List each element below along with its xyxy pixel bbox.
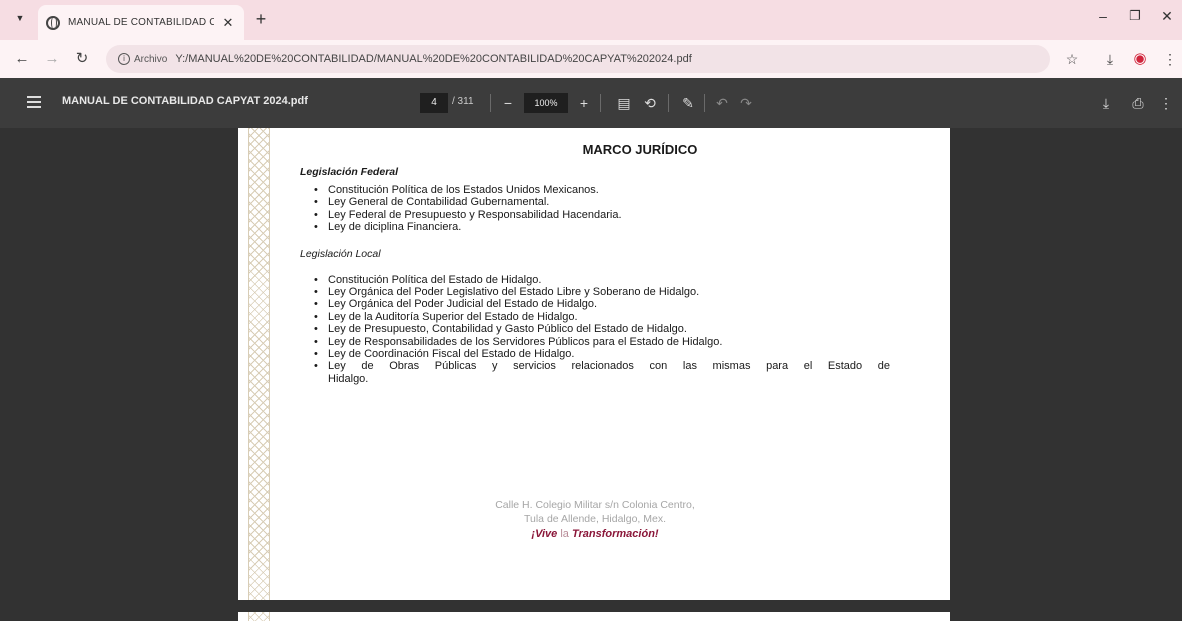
close-window-icon[interactable]: ✕ <box>1152 8 1182 25</box>
print-icon[interactable]: ⎙ <box>1128 93 1148 113</box>
page-number-input[interactable]: 4 <box>420 93 448 113</box>
site-info-label: Archivo <box>134 53 168 65</box>
list-item: Ley de Obras Públicas y servicios relaci… <box>314 360 890 385</box>
more-actions-icon[interactable]: ⋮ <box>1156 93 1176 113</box>
forward-icon[interactable]: → <box>42 49 62 69</box>
decorative-border-pattern <box>248 612 270 621</box>
list-item: Ley de Responsabilidades de los Servidor… <box>314 336 890 349</box>
download-icon[interactable]: ⤓ <box>1100 49 1120 69</box>
tab-title: MANUAL DE CONTABILIDAD C <box>68 17 214 28</box>
pdf-viewer-area[interactable]: MARCO JURÍDICO Legislación Federal Const… <box>0 128 1182 621</box>
slogan-transformacion: Transformación! <box>571 528 659 540</box>
pdf-page: MARCO JURÍDICO Legislación Federal Const… <box>238 128 950 600</box>
list-item: Ley de diciplina Financiera. <box>314 221 890 234</box>
tab-search-dropdown-icon[interactable]: ▼ <box>8 6 32 30</box>
pdf-file-name: MANUAL DE CONTABILIDAD CAPYAT 2024.pdf <box>62 95 308 107</box>
list-item: Constitución Política del Estado de Hida… <box>314 274 890 287</box>
profile-avatar-icon[interactable]: ◉ <box>1130 49 1150 69</box>
local-heading: Legislación Local <box>300 247 381 260</box>
next-pdf-page <box>238 612 950 621</box>
back-icon[interactable]: ← <box>12 49 32 69</box>
footer-address-line: Calle H. Colegio Militar s/n Colonia Cen… <box>495 499 695 511</box>
slogan-vive: ¡Vive <box>531 528 558 540</box>
federal-list: Constitución Política de los Estados Uni… <box>314 184 890 234</box>
restore-icon[interactable]: ❐ <box>1120 8 1150 24</box>
info-icon: i <box>118 53 130 65</box>
list-item: Ley de la Auditoría Superior del Estado … <box>314 311 890 324</box>
undo-icon[interactable]: ↶ <box>712 93 732 113</box>
tab-active[interactable]: MANUAL DE CONTABILIDAD C ✕ <box>38 5 244 40</box>
decorative-border-pattern <box>248 128 270 600</box>
list-item: Ley Orgánica del Poder Legislativo del E… <box>314 286 890 299</box>
toolbar-divider <box>490 94 491 112</box>
page-title: MARCO JURÍDICO <box>582 142 698 157</box>
page-content: MARCO JURÍDICO Legislación Federal Const… <box>300 142 890 540</box>
address-bar-row: ← → ↻ i Archivo Y:/MANUAL%20DE%20CONTABI… <box>0 40 1182 78</box>
list-item: Ley de Coordinación Fiscal del Estado de… <box>314 348 890 361</box>
bookmark-star-icon[interactable]: ☆ <box>1062 49 1082 69</box>
redo-icon[interactable]: ↷ <box>736 93 756 113</box>
url-text[interactable]: Y:/MANUAL%20DE%20CONTABILIDAD/MANUAL%20D… <box>175 53 691 65</box>
page-footer: Calle H. Colegio Militar s/n Colonia Cen… <box>300 498 890 540</box>
tab-close-icon[interactable]: ✕ <box>220 15 236 31</box>
tab-strip: ▼ MANUAL DE CONTABILIDAD C ✕ + – ❐ ✕ <box>0 0 1182 40</box>
minimize-icon[interactable]: – <box>1088 8 1118 24</box>
download-pdf-icon[interactable]: ⤓ <box>1096 93 1116 113</box>
list-item: Constitución Política de los Estados Uni… <box>314 184 890 197</box>
reload-icon[interactable]: ↻ <box>72 49 92 69</box>
list-item-line: Hidalgo. <box>328 372 369 385</box>
zoom-in-icon[interactable]: + <box>574 93 594 113</box>
toolbar-divider <box>600 94 601 112</box>
annotate-icon[interactable]: ✎ <box>678 93 698 113</box>
list-item: Ley Federal de Presupuesto y Responsabil… <box>314 209 890 222</box>
footer-address-line: Tula de Allende, Hidalgo, Mex. <box>523 513 667 525</box>
list-item: Ley de Presupuesto, Contabilidad y Gasto… <box>314 323 890 336</box>
sidebar-menu-icon[interactable] <box>27 96 41 108</box>
browser-menu-icon[interactable]: ⋮ <box>1160 49 1180 69</box>
zoom-out-icon[interactable]: − <box>498 93 518 113</box>
omnibox[interactable]: i Archivo Y:/MANUAL%20DE%20CONTABILIDAD/… <box>106 45 1050 73</box>
list-item: Ley Orgánica del Poder Judicial del Esta… <box>314 298 890 311</box>
page-total: / 311 <box>452 96 474 107</box>
local-list: Constitución Política del Estado de Hida… <box>314 274 890 386</box>
toolbar-divider <box>704 94 705 112</box>
list-item-line: Ley de Obras Públicas y servicios relaci… <box>328 360 890 373</box>
toolbar-divider <box>668 94 669 112</box>
list-item: Ley General de Contabilidad Gubernamenta… <box>314 196 890 209</box>
site-info-chip[interactable]: i Archivo <box>118 53 167 65</box>
globe-icon <box>46 15 60 30</box>
fit-page-icon[interactable]: ▤ <box>614 93 634 113</box>
federal-heading: Legislación Federal <box>300 166 399 178</box>
rotate-icon[interactable]: ⟲ <box>640 93 660 113</box>
browser-window: ▼ MANUAL DE CONTABILIDAD C ✕ + – ❐ ✕ ← →… <box>0 0 1182 621</box>
slogan: ¡Vive la Transformación! <box>300 528 890 540</box>
pdf-toolbar: MANUAL DE CONTABILIDAD CAPYAT 2024.pdf 4… <box>0 78 1182 128</box>
slogan-la: la <box>560 528 569 540</box>
new-tab-icon[interactable]: + <box>250 9 272 31</box>
zoom-input[interactable]: 100% <box>524 93 568 113</box>
